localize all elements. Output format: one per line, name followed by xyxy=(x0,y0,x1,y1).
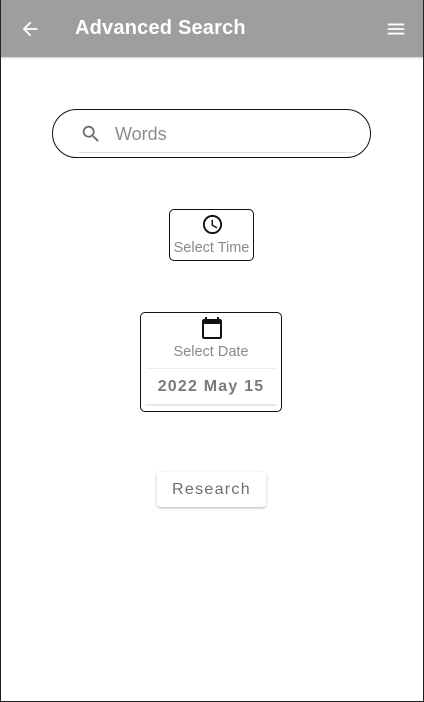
calendar-icon xyxy=(202,317,222,339)
search-input[interactable] xyxy=(115,118,355,150)
select-time-button[interactable]: Select Time xyxy=(169,209,254,261)
hamburger-menu-icon[interactable] xyxy=(385,18,407,40)
select-time-label: Select Time xyxy=(173,240,250,256)
search-icon xyxy=(82,125,99,142)
page-title: Advanced Search xyxy=(75,17,246,39)
date-picker-card[interactable]: Select Date 2022 May 15 xyxy=(140,312,282,412)
research-button[interactable]: Research xyxy=(157,472,266,507)
back-button[interactable] xyxy=(14,13,46,45)
search-field[interactable] xyxy=(52,109,371,158)
selected-date-value[interactable]: 2022 May 15 xyxy=(141,378,281,396)
date-underline xyxy=(145,404,277,406)
search-underline xyxy=(79,152,356,153)
menu-button[interactable] xyxy=(380,13,412,45)
arrow-left-icon[interactable] xyxy=(19,18,41,40)
date-divider xyxy=(146,368,276,369)
clock-icon xyxy=(202,214,223,235)
select-date-label: Select Date xyxy=(173,344,249,360)
app-bar: Advanced Search xyxy=(0,0,424,57)
